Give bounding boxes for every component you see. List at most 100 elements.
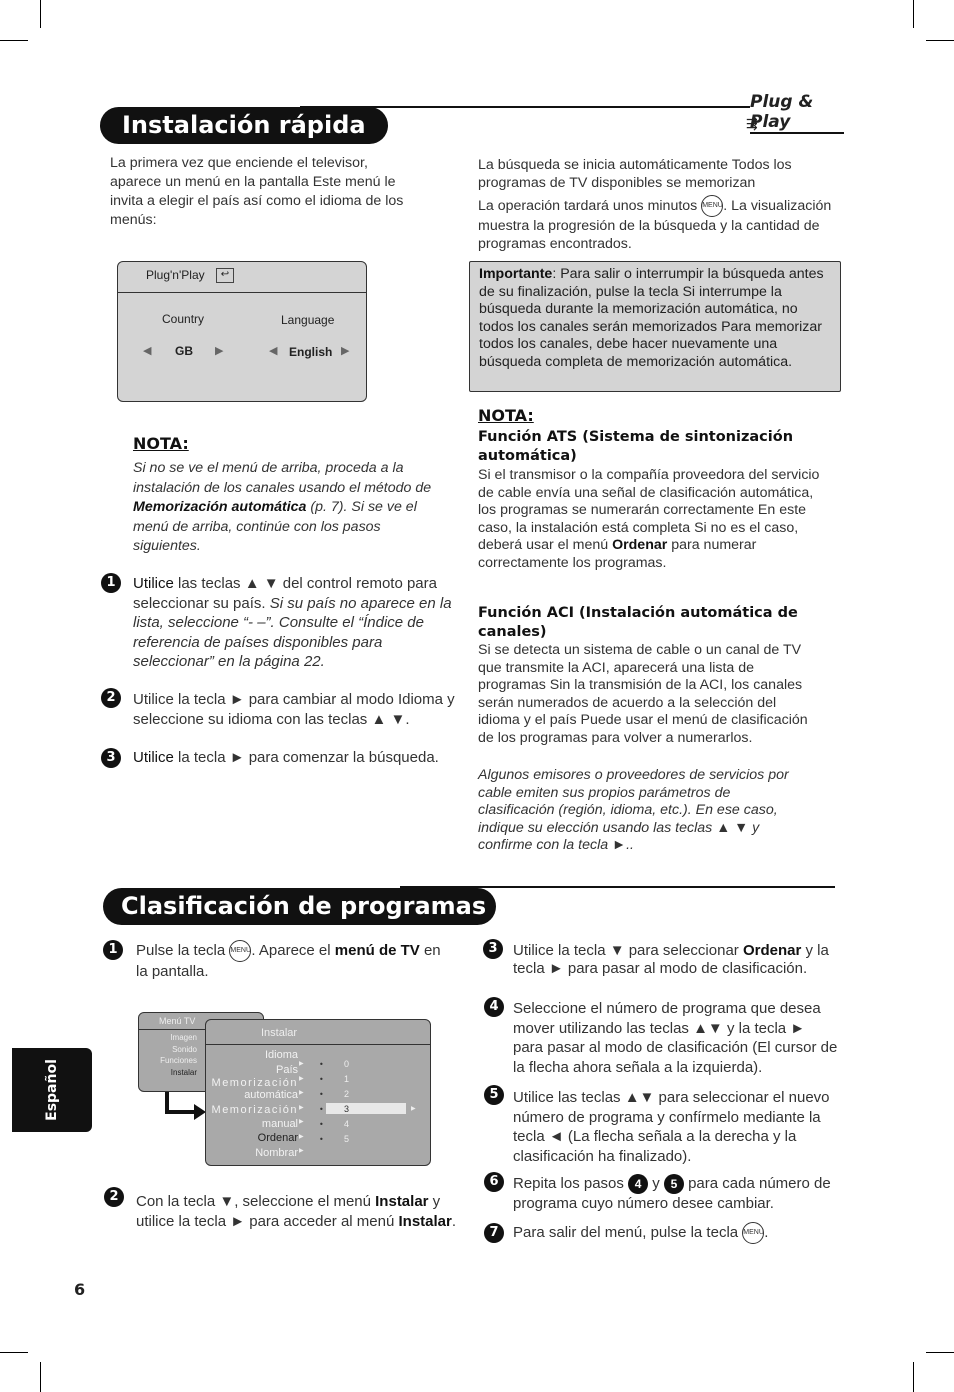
text-run: Utilice las teclas ▲▼ para seleccionar e… [513, 1089, 830, 1165]
right-arrow-icon[interactable]: ▶ [215, 344, 223, 357]
search-text: La búsqueda se inicia automáticamente To… [478, 157, 792, 191]
text-run: Si no se ve el menú de arriba, proceda a… [133, 460, 432, 496]
text-run: Ordenar [742, 942, 802, 959]
duration-text: La operación tardará unos minutos MENU. … [478, 195, 843, 253]
text-run: Instalar [398, 1212, 452, 1230]
ats-title: Función ATS (Sistema de sintonización au… [478, 429, 794, 464]
program-number[interactable]: 0 [344, 1057, 349, 1072]
duration-text-a: La operación tardará unos minutos [478, 197, 698, 214]
text-run: Utilice [133, 749, 174, 766]
text-run: . [451, 1212, 457, 1230]
menu-item[interactable]: automática [206, 1089, 298, 1102]
language-tab: Español [12, 1048, 92, 1132]
sort-step-1: Pulse la tecla MENU. Aparece el menú de … [136, 940, 456, 981]
step-ref: 4 [628, 1174, 649, 1195]
menu-item[interactable]: Nombrar [206, 1146, 298, 1161]
text-run: Utilice la tecla ► para cambiar al modo … [133, 691, 455, 728]
left-arrow-icon[interactable]: ◀ [143, 344, 151, 357]
step-number: 6 [484, 1172, 504, 1192]
importante-box: Importante: Para salir o interrumpir la … [469, 261, 841, 392]
text-run: la tecla ► para comenzar la búsqueda. [173, 749, 439, 766]
country-value[interactable]: GB [175, 344, 193, 358]
crop-mark [40, 0, 41, 28]
program-numbers: 0 1 2 3 4 5 [344, 1057, 349, 1147]
plug-n-play-menu: Plug'n'Play ↩ Country Language ◀ GB ▶ ◀ … [117, 261, 367, 402]
right-arrow-icon[interactable]: ▶ [341, 344, 349, 357]
text-run: Memorización automática [133, 499, 307, 515]
text-run: Importante [479, 266, 553, 282]
nota-heading: NOTA: [478, 406, 534, 425]
arrow-connector [165, 1110, 197, 1114]
left-arrow-icon[interactable]: ◀ [269, 344, 277, 357]
aci-text: Si se detecta un sistema de cable o un c… [478, 642, 808, 746]
text-run: Instalar [375, 1193, 429, 1210]
selected-row-highlight [326, 1103, 406, 1114]
text-run: Utilice [133, 575, 174, 592]
text-run: Seleccione el número de programa que des… [513, 1000, 838, 1076]
osd-title: Plug'n'Play [146, 268, 205, 282]
section-title: Clasificación de programas [103, 888, 497, 925]
bullets: • • • • • • [319, 1060, 324, 1144]
sort-step-2: Con la tecla ▼, seleccione el menú Insta… [136, 1192, 456, 1231]
menu-item[interactable]: Memorización [206, 1102, 298, 1118]
aci-italic: Algunos emisores o proveedores de servic… [478, 767, 789, 853]
step-number: 1 [101, 573, 121, 593]
step-2-text: Utilice la tecla ► para cambiar al modo … [133, 690, 458, 729]
crop-mark [0, 1352, 28, 1353]
step-3-text: Utilice la tecla ► para comenzar la búsq… [133, 748, 463, 767]
program-number[interactable]: 4 [344, 1117, 349, 1132]
sort-step-4: Seleccione el número de programa que des… [513, 999, 838, 1077]
step-1-text: Utilice las teclas ▲ ▼ del control remot… [133, 574, 453, 672]
submenu-arrows: ▶ ▶ ▶ ▶ ▶ ▶ ▶ [299, 1060, 304, 1154]
menu-item[interactable]: País [206, 1063, 298, 1078]
menu-item[interactable]: Instalar [139, 1067, 197, 1079]
step-number: 3 [483, 939, 503, 959]
menu-item[interactable]: Sonido [139, 1044, 197, 1056]
crop-mark [913, 1362, 914, 1392]
program-number[interactable]: 1 [344, 1072, 349, 1087]
text-run: y [648, 1175, 664, 1192]
sort-step-6: Repita los pasos 4 y 5 para cada número … [513, 1174, 833, 1214]
page-number: 6 [74, 1280, 86, 1299]
menu-item[interactable]: Funciones [139, 1055, 197, 1067]
step-number: 7 [484, 1223, 504, 1243]
intro-text: La primera vez que enciende el televisor… [110, 155, 404, 228]
crop-mark [926, 40, 954, 41]
nota-heading: NOTA: [133, 434, 189, 453]
language-value[interactable]: English [289, 345, 332, 359]
language-tab-label: Español [44, 1059, 60, 1121]
crop-mark [926, 1352, 954, 1353]
step-number: 5 [484, 1085, 504, 1105]
text-run: Ordenar [612, 537, 668, 553]
plug-icon: ↩ [215, 268, 234, 284]
right-arrow-icon: ▶ [411, 1105, 416, 1112]
language-label: Language [281, 313, 335, 327]
menu-item[interactable]: Ordenar [206, 1131, 298, 1146]
crop-mark [0, 40, 28, 41]
sort-step-7: Para salir del menú, pulse la tecla MENU… [513, 1222, 833, 1244]
text-run: Pulse la tecla [136, 941, 230, 959]
text-run: Utilice la tecla ▼ para seleccionar [513, 942, 743, 959]
aci-title: Función ACI (Instalación automática de c… [478, 605, 798, 640]
plug-and-play-logo: Plug & Play [750, 92, 844, 134]
menu-item[interactable]: Imagen [139, 1032, 197, 1044]
instalar-title: Instalar [206, 1020, 430, 1045]
text-run: . [764, 1223, 769, 1241]
program-number[interactable]: 2 [344, 1087, 349, 1102]
text-run: menú de TV [334, 941, 420, 959]
sort-step-5: Utilice las teclas ▲▼ para seleccionar e… [513, 1088, 843, 1166]
menu-item[interactable]: Memorización [206, 1077, 298, 1089]
crop-mark [913, 0, 914, 28]
program-number[interactable]: 5 [344, 1132, 349, 1147]
menu-item[interactable]: manual [206, 1118, 298, 1131]
text-run: Repita los pasos [513, 1175, 629, 1192]
menu-item[interactable]: Idioma [206, 1048, 298, 1063]
menu-key-icon: MENU [229, 940, 252, 962]
menu-key-icon: MENU [701, 195, 724, 217]
step-number: 3 [101, 748, 121, 768]
program-number-selected[interactable]: 3 [344, 1102, 349, 1117]
crop-mark [40, 1362, 41, 1392]
nota-text: Si no se ve el menú de arriba, proceda a… [133, 459, 448, 557]
importante-text: Importante: Para salir o interrumpir la … [479, 266, 831, 371]
ats-text: Si el transmisor o la compañía proveedor… [478, 467, 823, 572]
